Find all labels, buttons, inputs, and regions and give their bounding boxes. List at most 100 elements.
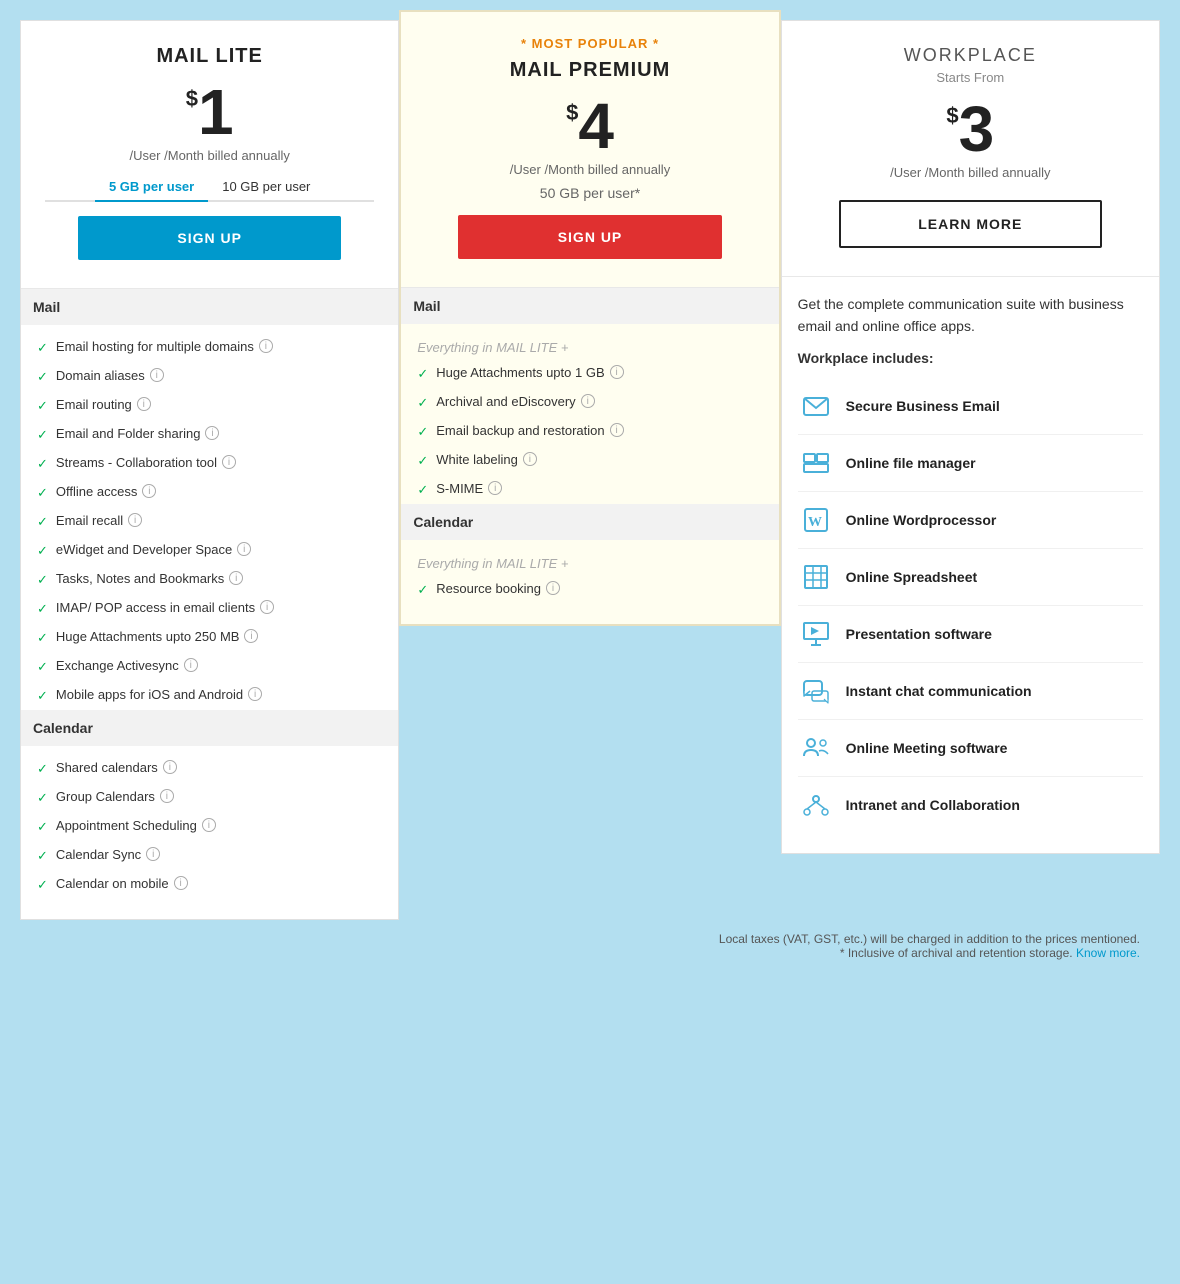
check-icon: ✓ [417, 424, 428, 440]
workplace-plan-name: WORKPLACE [806, 45, 1135, 66]
info-icon[interactable]: i [222, 455, 236, 469]
list-item: ✓ Appointment Scheduling i [37, 812, 382, 841]
info-icon[interactable]: i [610, 365, 624, 379]
check-icon: ✓ [37, 601, 48, 617]
workplace-presentation-label: Presentation software [846, 626, 992, 642]
workplace-feature-chat: Instant chat communication [798, 663, 1143, 720]
info-icon[interactable]: i [237, 542, 251, 556]
check-icon: ✓ [37, 369, 48, 385]
file-manager-icon [798, 445, 834, 481]
svg-text:W: W [808, 515, 822, 530]
info-icon[interactable]: i [146, 847, 160, 861]
list-item: ✓ Email hosting for multiple domains i [37, 333, 382, 362]
mail-lite-header: MAIL LITE $ 1 /User /Month billed annual… [21, 21, 398, 289]
workplace-feature-meeting: Online Meeting software [798, 720, 1143, 777]
workplace-chat-label: Instant chat communication [846, 683, 1032, 699]
check-icon: ✓ [37, 572, 48, 588]
check-icon: ✓ [417, 582, 428, 598]
list-item: ✓ Offline access i [37, 478, 382, 507]
workplace-email-label: Secure Business Email [846, 398, 1000, 414]
mail-premium-plan-name: MAIL PREMIUM [425, 59, 754, 82]
know-more-link[interactable]: Know more. [1076, 946, 1140, 960]
workplace-learn-more-button[interactable]: LEARN MORE [839, 200, 1102, 248]
workplace-wordprocessor-label: Online Wordprocessor [846, 512, 997, 528]
info-icon[interactable]: i [174, 876, 188, 890]
list-item: ✓ Huge Attachments upto 1 GB i [417, 359, 762, 388]
check-icon: ✓ [37, 761, 48, 777]
workplace-dollar-sign: $ [946, 103, 958, 129]
mail-premium-price-row: $ 4 [425, 94, 754, 158]
storage-tab-10gb[interactable]: 10 GB per user [208, 173, 324, 202]
info-icon[interactable]: i [163, 760, 177, 774]
storage-tab-5gb[interactable]: 5 GB per user [95, 173, 208, 202]
list-item: ✓ Calendar on mobile i [37, 870, 382, 899]
mail-lite-dollar-sign: $ [186, 86, 198, 112]
check-icon: ✓ [37, 659, 48, 675]
list-item: ✓ Domain aliases i [37, 362, 382, 391]
workplace-feature-filemanager: Online file manager [798, 435, 1143, 492]
info-icon[interactable]: i [581, 394, 595, 408]
list-item: ✓ Exchange Activesync i [37, 652, 382, 681]
info-icon[interactable]: i [229, 571, 243, 585]
mail-premium-dollar-sign: $ [566, 100, 578, 126]
check-icon: ✓ [37, 340, 48, 356]
check-icon: ✓ [37, 630, 48, 646]
mail-premium-header: * MOST POPULAR * MAIL PREMIUM $ 4 /User … [401, 12, 778, 288]
workplace-intranet-label: Intranet and Collaboration [846, 797, 1020, 813]
list-item: ✓ Mobile apps for iOS and Android i [37, 681, 382, 710]
check-icon: ✓ [37, 543, 48, 559]
mail-lite-column: MAIL LITE $ 1 /User /Month billed annual… [20, 20, 399, 920]
check-icon: ✓ [417, 482, 428, 498]
list-item: ✓ Calendar Sync i [37, 841, 382, 870]
workplace-includes-label: Workplace includes: [798, 350, 1143, 366]
info-icon[interactable]: i [248, 687, 262, 701]
info-icon[interactable]: i [142, 484, 156, 498]
check-icon: ✓ [417, 366, 428, 382]
workplace-price-row: $ 3 [806, 97, 1135, 161]
presentation-icon [798, 616, 834, 652]
info-icon[interactable]: i [259, 339, 273, 353]
mail-premium-calendar-section-header: Calendar [401, 504, 778, 540]
info-icon[interactable]: i [184, 658, 198, 672]
mail-lite-storage-tabs: 5 GB per user 10 GB per user [45, 173, 374, 202]
mail-lite-plan-name: MAIL LITE [45, 45, 374, 68]
info-icon[interactable]: i [260, 600, 274, 614]
info-icon[interactable]: i [546, 581, 560, 595]
check-icon: ✓ [37, 514, 48, 530]
mail-premium-mail-section-header: Mail [401, 288, 778, 324]
info-icon[interactable]: i [523, 452, 537, 466]
info-icon[interactable]: i [610, 423, 624, 437]
workplace-feature-presentation: Presentation software [798, 606, 1143, 663]
mail-premium-column: * MOST POPULAR * MAIL PREMIUM $ 4 /User … [399, 10, 780, 626]
list-item: ✓ S-MIME i [417, 475, 762, 504]
workplace-header: WORKPLACE Starts From $ 3 /User /Month b… [782, 21, 1159, 277]
info-icon[interactable]: i [160, 789, 174, 803]
workplace-starts-from: Starts From [806, 70, 1135, 85]
mail-premium-everything-in-mail: Everything in MAIL LITE + [417, 332, 762, 359]
mail-premium-signup-button[interactable]: SIGN UP [458, 215, 721, 259]
check-icon: ✓ [37, 790, 48, 806]
list-item: ✓ Email backup and restoration i [417, 417, 762, 446]
email-icon [798, 388, 834, 424]
check-icon: ✓ [37, 485, 48, 501]
mail-lite-mail-section-header: Mail [21, 289, 398, 325]
list-item: ✓ eWidget and Developer Space i [37, 536, 382, 565]
info-icon[interactable]: i [150, 368, 164, 382]
info-icon[interactable]: i [202, 818, 216, 832]
info-icon[interactable]: i [205, 426, 219, 440]
mail-lite-signup-button[interactable]: SIGN UP [78, 216, 341, 260]
list-item: ✓ Email and Folder sharing i [37, 420, 382, 449]
info-icon[interactable]: i [244, 629, 258, 643]
workplace-description: Get the complete communication suite wit… [798, 293, 1143, 338]
mail-lite-price-row: $ 1 [45, 80, 374, 144]
list-item: ✓ Archival and eDiscovery i [417, 388, 762, 417]
info-icon[interactable]: i [488, 481, 502, 495]
footer-note-storage: * Inclusive of archival and retention st… [840, 946, 1073, 960]
info-icon[interactable]: i [137, 397, 151, 411]
check-icon: ✓ [37, 819, 48, 835]
list-item: ✓ Group Calendars i [37, 783, 382, 812]
info-icon[interactable]: i [128, 513, 142, 527]
mail-lite-price-period: /User /Month billed annually [45, 148, 374, 163]
meeting-icon [798, 730, 834, 766]
workplace-features-body: Get the complete communication suite wit… [782, 293, 1159, 853]
